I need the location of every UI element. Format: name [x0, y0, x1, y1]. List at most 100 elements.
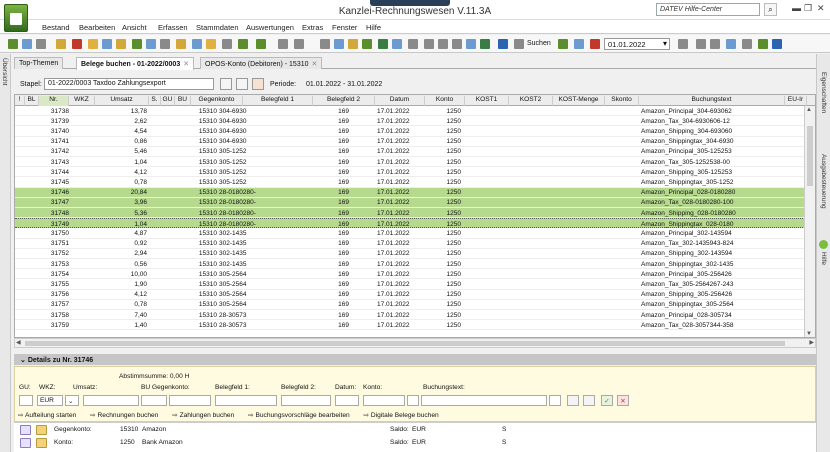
col-header-buchungstext[interactable]: Buchungstext	[639, 96, 785, 106]
menu-auswertungen[interactable]: Auswertungen	[246, 23, 294, 32]
table-row[interactable]: 31744 4,12 15310 305-1252 169 17.01.2022 1250 A…	[15, 167, 805, 178]
col-header-eu[interactable]: EU-Ir	[785, 96, 807, 106]
belegfeld2-field[interactable]	[281, 395, 331, 406]
toolbar-icon-30[interactable]	[466, 39, 476, 49]
toolbar-icon-10[interactable]	[146, 39, 156, 49]
left-side-panel[interactable]: Übersicht	[0, 54, 11, 452]
stapel-list-icon[interactable]	[220, 78, 232, 90]
toolbar-icon-19[interactable]	[294, 39, 304, 49]
table-row[interactable]: 31759 1,40 15310 28-30573 169 17.01.2022 1250 A…	[15, 320, 805, 331]
copy-icon[interactable]	[334, 39, 344, 49]
table-row[interactable]: 31748 5,36 15310 28-0180280- 169 17.01.2022 12…	[15, 208, 805, 219]
toolbar-icon-25[interactable]	[392, 39, 402, 49]
toolbar-icon-26[interactable]	[408, 39, 418, 49]
table-row[interactable]: 31753 0,56 15310 302-1435 169 17.01.2022 1250 A…	[15, 259, 805, 270]
minimize-icon[interactable]: ▬	[792, 3, 801, 13]
toolbar-icon-41[interactable]	[742, 39, 752, 49]
table-row[interactable]: 31741 0,86 15310 304-6930 169 17.01.2022 1250 A…	[15, 137, 805, 147]
konto-field[interactable]	[363, 395, 405, 406]
arrow-right-icon[interactable]	[256, 39, 266, 49]
toolbar-icon-13[interactable]	[192, 39, 202, 49]
chevron-down-icon[interactable]: ⌄	[20, 357, 28, 364]
konto-lookup-icon[interactable]	[407, 395, 419, 406]
details-header[interactable]: ⌄ Details zu Nr. 31746	[14, 354, 816, 365]
toolbar-icon-11[interactable]	[160, 39, 170, 49]
folder-icon[interactable]	[36, 438, 47, 448]
menu-erfassen[interactable]: Erfassen	[158, 23, 188, 32]
document-icon[interactable]	[567, 395, 579, 406]
help-center-search-input[interactable]: DATEV Hilfe-Center	[656, 3, 760, 16]
toolbar-icon-40[interactable]	[726, 39, 736, 49]
col-header-kost-menge[interactable]: KOST-Menge	[553, 96, 605, 106]
table-row[interactable]: 31752 2,94 15310 302-1435 169 17.01.2022 1250 A…	[15, 249, 805, 259]
table-row[interactable]: 31750 4,87 15310 302-1435 169 17.01.2022 1250 A…	[15, 228, 805, 239]
toolbar-icon-42[interactable]	[758, 39, 768, 49]
col-header-nr[interactable]: Nr.	[39, 96, 69, 106]
table-row[interactable]: 31751 0,92 15310 302-1435 169 17.01.2022 1250 A…	[15, 239, 805, 249]
col-header-excl[interactable]: !	[15, 96, 25, 106]
account-info-icon[interactable]	[20, 425, 31, 435]
toolbar-icon-24[interactable]	[378, 39, 388, 49]
tab-opos-konto[interactable]: OPOS-Konto (Debitoren) - 15310 ✕	[200, 57, 323, 69]
belegfeld1-field[interactable]	[215, 395, 277, 406]
toolbar-icon-18[interactable]	[278, 39, 288, 49]
col-header-gegenkonto[interactable]: Gegenkonto	[191, 96, 243, 106]
table-row[interactable]: 31745 0,78 15310 305-1252 169 17.01.2022 1250 A…	[15, 177, 805, 188]
col-header-konto[interactable]: Konto	[425, 96, 465, 106]
toolbar-icon-29[interactable]	[452, 39, 462, 49]
menu-ansicht[interactable]: Ansicht	[122, 23, 147, 32]
table-row[interactable]: 31754 10,00 15310 305-2564 169 17.01.2022 1250…	[15, 269, 805, 280]
toolbar-icon-4[interactable]	[56, 39, 66, 49]
attach-icon[interactable]	[583, 395, 595, 406]
toolbar-icon-1[interactable]	[8, 39, 18, 49]
close-icon[interactable]: ✕	[183, 61, 189, 68]
toolbar-icon-39[interactable]	[710, 39, 720, 49]
paste-icon[interactable]	[348, 39, 358, 49]
buchungstext-lookup-icon[interactable]	[549, 395, 561, 406]
restore-icon[interactable]: ❐	[804, 3, 812, 14]
datev-logo-icon[interactable]	[4, 4, 28, 32]
table-row[interactable]: 31746 20,84 15310 28-0180280- 169 17.01.2022 1…	[15, 187, 805, 198]
pencil-icon[interactable]	[252, 78, 264, 90]
toolbar-icon-14[interactable]	[206, 39, 216, 49]
table-row[interactable]: 31740 4,54 15310 304-6930 169 17.01.2022 1250 A…	[15, 126, 805, 137]
cut-icon[interactable]	[320, 39, 330, 49]
buchungsvorschlaege-link[interactable]: ⇨ Buchungsvorschläge bearbeiten	[248, 412, 356, 419]
table-row[interactable]: 31757 0,78 15310 305-2564 169 17.01.2022 1250 A…	[15, 300, 805, 310]
col-header-gu[interactable]: GU	[161, 96, 175, 106]
col-header-belegfeld2[interactable]: Belegfeld 2	[313, 96, 375, 106]
scroll-up-icon[interactable]: ▲	[806, 107, 812, 113]
cancel-x-icon[interactable]: ✕	[617, 395, 629, 406]
datum-field[interactable]	[335, 395, 359, 406]
col-header-s[interactable]: S.	[149, 96, 161, 106]
toolbar-icon-38[interactable]	[696, 39, 706, 49]
wkz-dropdown-icon[interactable]: ⌄	[65, 395, 79, 406]
gegenkonto-field[interactable]	[169, 395, 211, 406]
table-row[interactable]: 31742 5,46 15310 305-1252 169 17.01.2022 1250 A…	[15, 147, 805, 157]
folder-icon[interactable]	[88, 39, 98, 49]
col-header-skonto[interactable]: Skonto	[605, 96, 639, 106]
menu-fenster[interactable]: Fenster	[332, 23, 357, 32]
col-header-kost2[interactable]: KOST2	[509, 96, 553, 106]
table-row[interactable]: 31755 1,90 15310 305-2564 169 17.01.2022 1250 A…	[15, 279, 805, 290]
toolbar-icon-34[interactable]	[558, 39, 568, 49]
toolbar-icon-31[interactable]	[480, 39, 490, 49]
scroll-right-icon[interactable]: ▶	[809, 339, 814, 346]
table-row[interactable]: 31749 1,04 15310 28-0180280- 169 17.01.2022 12…	[15, 218, 805, 229]
stapel-edit-icon[interactable]	[236, 78, 248, 90]
table-row[interactable]: 31743 1,04 15310 305-1252 169 17.01.2022 1250 A…	[15, 157, 805, 168]
ausgabesteuerung-panel-label[interactable]: Ausgabesteuerung	[820, 154, 827, 209]
scroll-down-icon[interactable]: ▼	[806, 331, 812, 337]
search-icon[interactable]	[514, 39, 524, 49]
arrow-up-icon[interactable]	[238, 39, 248, 49]
grid-horizontal-scrollbar[interactable]: ◀ ▶	[14, 338, 816, 348]
help-icon[interactable]	[772, 39, 782, 49]
calendar-icon[interactable]	[590, 39, 600, 49]
bu-field[interactable]	[141, 395, 167, 406]
search-button[interactable]: Suchen	[527, 40, 551, 47]
table-row[interactable]: 31758 7,40 15310 28-30573 169 17.01.2022 1250 A…	[15, 310, 805, 321]
col-header-umsatz[interactable]: Umsatz	[95, 96, 149, 106]
menu-extras[interactable]: Extras	[302, 23, 323, 32]
toolbar-icon-35[interactable]	[574, 39, 584, 49]
digitale-belege-link[interactable]: ⇨ Digitale Belege buchen	[364, 412, 445, 419]
